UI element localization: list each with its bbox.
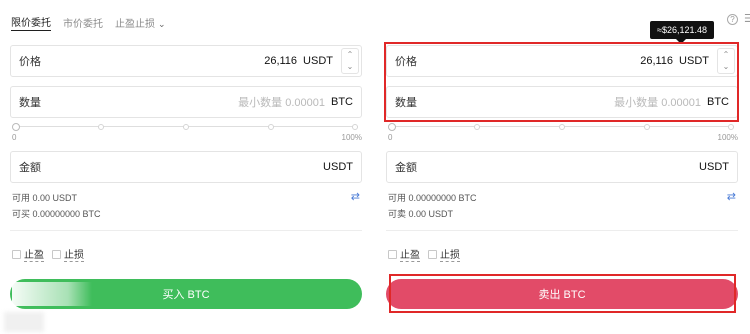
buy-price-input[interactable]: 价格 26,116 USDT ⌃ ⌄ bbox=[10, 45, 362, 77]
buy-quantity-label: 数量 bbox=[19, 97, 41, 109]
stop-loss-label: 止损 bbox=[64, 246, 84, 262]
redacted-area bbox=[4, 312, 44, 332]
buy-quantity-placeholder: 最小数量 0.00001 bbox=[238, 97, 325, 109]
take-profit-label: 止盈 bbox=[400, 246, 420, 262]
buy-available-balance: 可用 0.00 USDT bbox=[12, 193, 78, 203]
sell-amount-input[interactable]: 金额 USDT bbox=[386, 151, 738, 183]
slider-stop[interactable] bbox=[559, 124, 565, 130]
sell-stop-loss-checkbox[interactable]: 止损 bbox=[428, 246, 460, 262]
slider-stop[interactable] bbox=[728, 124, 734, 130]
divider bbox=[386, 230, 738, 231]
transfer-icon[interactable]: ⇄ bbox=[727, 190, 736, 203]
buy-price-stepper[interactable]: ⌃ ⌄ bbox=[341, 48, 359, 74]
chevron-down-icon[interactable]: ⌄ bbox=[347, 63, 354, 71]
buy-price-unit: USDT bbox=[303, 55, 333, 67]
buy-take-profit-checkbox[interactable]: 止盈 bbox=[12, 246, 44, 262]
buy-quantity-input[interactable]: 数量 最小数量 0.00001 BTC bbox=[10, 86, 362, 118]
sell-tp-sl-options: 止盈 止损 bbox=[388, 246, 460, 262]
sell-max-quantity: 可卖 0.00 USDT bbox=[388, 209, 454, 219]
highlight-box bbox=[389, 274, 736, 313]
slider-stop[interactable] bbox=[183, 124, 189, 130]
sell-amount-unit: USDT bbox=[699, 161, 729, 173]
checkbox-box[interactable] bbox=[52, 249, 61, 259]
sell-percent-slider[interactable] bbox=[388, 123, 734, 131]
highlight-box bbox=[384, 42, 739, 122]
slider-min-label: 0 bbox=[12, 133, 17, 142]
buy-price-value: 26,116 bbox=[264, 55, 298, 67]
buy-amount-label: 金额 bbox=[19, 162, 41, 174]
buy-max-quantity: 可买 0.00000000 BTC bbox=[12, 209, 101, 219]
checkbox-box[interactable] bbox=[388, 249, 397, 259]
buy-percent-slider[interactable] bbox=[12, 123, 358, 131]
slider-stop[interactable] bbox=[268, 124, 274, 130]
chevron-up-icon[interactable]: ⌃ bbox=[347, 51, 354, 59]
divider bbox=[10, 230, 362, 231]
sell-take-profit-checkbox[interactable]: 止盈 bbox=[388, 246, 420, 262]
slider-stop[interactable] bbox=[474, 124, 480, 130]
sell-amount-label: 金额 bbox=[395, 162, 417, 174]
buy-amount-unit: USDT bbox=[323, 161, 353, 173]
slider-max-label: 100% bbox=[341, 133, 362, 142]
slider-handle[interactable] bbox=[12, 123, 20, 131]
slider-stop[interactable] bbox=[98, 124, 104, 130]
buy-quantity-unit: BTC bbox=[331, 96, 353, 108]
buy-amount-input[interactable]: 金额 USDT bbox=[10, 151, 362, 183]
slider-min-label: 0 bbox=[388, 133, 393, 142]
menu-icon[interactable]: ☰ bbox=[744, 12, 750, 25]
stop-loss-label: 止损 bbox=[440, 246, 460, 262]
buy-tp-sl-options: 止盈 止损 bbox=[12, 246, 84, 262]
redacted-area bbox=[12, 282, 92, 306]
buy-stop-loss-checkbox[interactable]: 止损 bbox=[52, 246, 84, 262]
slider-handle[interactable] bbox=[388, 123, 396, 131]
transfer-icon[interactable]: ⇄ bbox=[351, 190, 360, 203]
checkbox-box[interactable] bbox=[428, 249, 437, 259]
slider-max-label: 100% bbox=[717, 133, 738, 142]
slider-stop[interactable] bbox=[644, 124, 650, 130]
take-profit-label: 止盈 bbox=[24, 246, 44, 262]
checkbox-box[interactable] bbox=[12, 249, 21, 259]
sell-available-balance: 可用 0.00000000 BTC bbox=[388, 193, 477, 203]
slider-stop[interactable] bbox=[352, 124, 358, 130]
buy-price-label: 价格 bbox=[19, 56, 41, 68]
